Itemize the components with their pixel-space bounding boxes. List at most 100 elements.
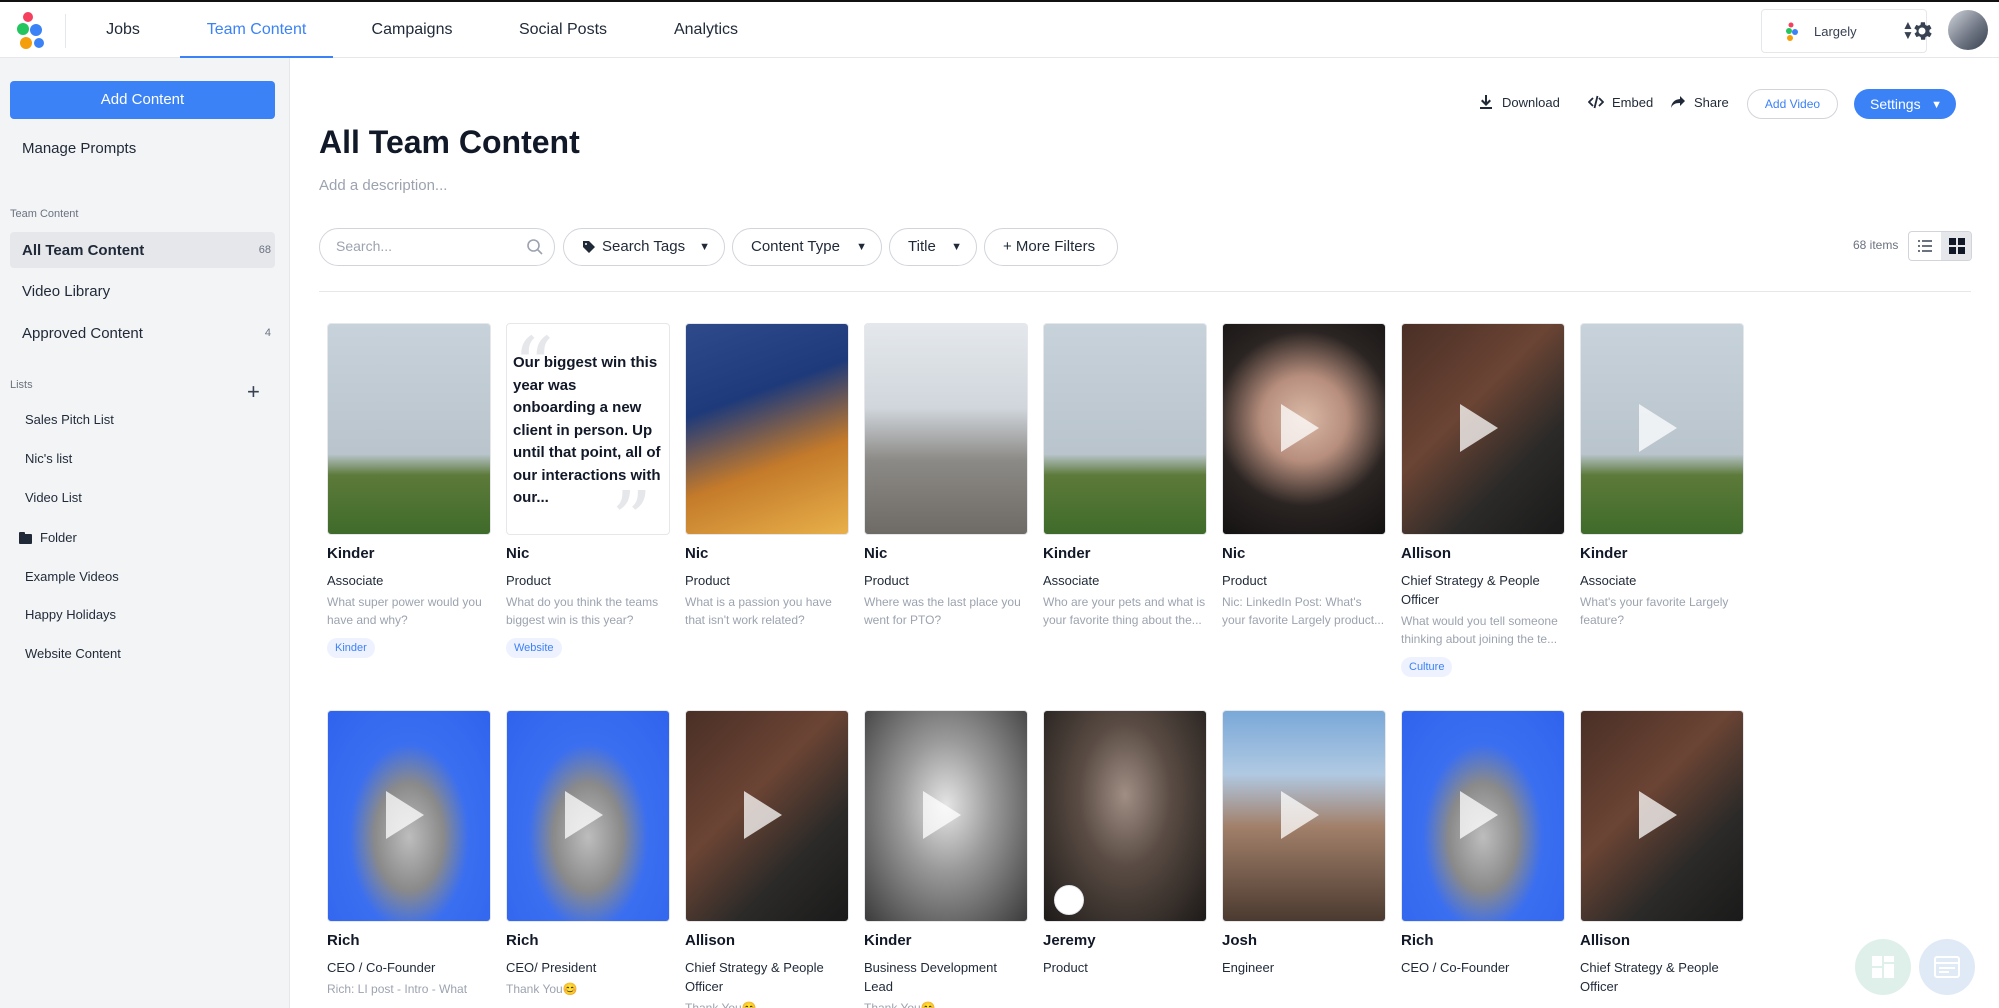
list-item-folder[interactable]: Folder: [40, 530, 77, 545]
org-switcher[interactable]: Largely ▲ ▼: [1761, 9, 1927, 53]
video-thumbnail[interactable]: [327, 710, 491, 922]
embed-button[interactable]: Embed: [1588, 94, 1653, 110]
list-item-website-content[interactable]: Website Content: [25, 646, 121, 661]
content-card[interactable]: “” Our biggest win this year was onboardi…: [506, 323, 670, 658]
largely-logo[interactable]: [14, 10, 50, 52]
list-item-nics-list[interactable]: Nic's list: [25, 451, 72, 466]
card-role: Product: [1222, 573, 1267, 588]
quote-thumbnail[interactable]: “” Our biggest win this year was onboardi…: [506, 323, 670, 535]
description-placeholder[interactable]: Add a description...: [319, 177, 447, 194]
list-item-example-videos[interactable]: Example Videos: [25, 569, 119, 584]
video-thumbnail[interactable]: [1222, 323, 1386, 535]
tab-campaigns[interactable]: Campaigns: [363, 2, 461, 58]
tab-analytics[interactable]: Analytics: [666, 2, 746, 58]
content-card[interactable]: Jeremy Product: [1043, 710, 1207, 1008]
settings-dropdown-button[interactable]: Settings ▼: [1854, 89, 1956, 119]
code-icon: [1588, 95, 1604, 109]
content-card[interactable]: Allison Chief Strategy & People Officer: [1580, 710, 1744, 1008]
play-icon[interactable]: [744, 791, 782, 839]
list-item-sales-pitch[interactable]: Sales Pitch List: [25, 412, 114, 427]
play-icon[interactable]: [1281, 791, 1319, 839]
video-thumbnail[interactable]: [1043, 323, 1207, 535]
sidebar-item-video-library[interactable]: Video Library: [10, 273, 275, 309]
card-role: Chief Strategy & People Officer: [685, 960, 824, 994]
download-button[interactable]: Download: [1478, 94, 1560, 110]
add-video-button[interactable]: Add Video: [1747, 89, 1838, 119]
content-card[interactable]: Kinder Associate What's your favorite Larg…: [1580, 323, 1744, 627]
title-filter[interactable]: Title ▼: [889, 228, 977, 266]
content-card[interactable]: Kinder Associate Who are your pets and wha…: [1043, 323, 1207, 627]
video-thumbnail[interactable]: [685, 710, 849, 922]
video-thumbnail[interactable]: [864, 323, 1028, 535]
video-thumbnail[interactable]: [1580, 710, 1744, 922]
video-thumbnail[interactable]: [506, 710, 670, 922]
content-card[interactable]: Allison Chief Strategy & People Officer Wh…: [1401, 323, 1565, 677]
content-card[interactable]: Allison Chief Strategy & People Officer Th…: [685, 710, 849, 1008]
video-thumbnail[interactable]: [1222, 710, 1386, 922]
gear-icon[interactable]: [1910, 19, 1934, 43]
search-box[interactable]: [319, 228, 555, 266]
card-prompt: Who are your pets and what is your favor…: [1043, 595, 1206, 627]
content-card[interactable]: Kinder Business Development Lead Thank You…: [864, 710, 1028, 1008]
search-tags-label: Search Tags: [602, 238, 686, 255]
search-input[interactable]: [336, 238, 516, 254]
add-content-button[interactable]: Add Content: [10, 81, 275, 119]
video-thumbnail[interactable]: [327, 323, 491, 535]
tab-jobs[interactable]: Jobs: [96, 2, 150, 58]
card-role: Chief Strategy & People Officer: [1401, 573, 1540, 607]
content-type-filter[interactable]: Content Type ▼: [732, 228, 882, 266]
card-prompt: Thank You😊: [506, 982, 578, 996]
video-thumbnail[interactable]: [864, 710, 1028, 922]
content-card[interactable]: Rich CEO/ President Thank You😊: [506, 710, 670, 1008]
view-toggle: [1908, 231, 1972, 261]
embed-label: Embed: [1612, 94, 1654, 110]
card-role: Product: [1043, 960, 1088, 975]
play-icon[interactable]: [1460, 791, 1498, 839]
content-card[interactable]: Nic Product Nic: LinkedIn Post: What's you…: [1222, 323, 1386, 627]
grid-view-button[interactable]: [1941, 232, 1971, 260]
share-button[interactable]: Share: [1670, 94, 1729, 110]
floating-layout-button[interactable]: [1919, 939, 1975, 995]
content-card[interactable]: Josh Engineer: [1222, 710, 1386, 1008]
add-list-plus-icon[interactable]: +: [247, 381, 260, 403]
list-view-button[interactable]: [1909, 232, 1941, 260]
more-filters-button[interactable]: + More Filters: [984, 228, 1118, 266]
content-card[interactable]: Nic Product Where was the last place you w…: [864, 323, 1028, 627]
play-icon[interactable]: [923, 791, 961, 839]
card-tag[interactable]: Kinder: [327, 638, 375, 658]
search-tags-filter[interactable]: Search Tags ▼: [563, 228, 725, 266]
content-card[interactable]: Rich CEO / Co-Founder: [1401, 710, 1565, 1008]
content-card[interactable]: Rich CEO / Co-Founder Rich: LI post - Intr…: [327, 710, 491, 1008]
nav-divider: [65, 14, 66, 48]
card-tag[interactable]: Website: [506, 638, 562, 658]
play-icon[interactable]: [386, 791, 424, 839]
sidebar-item-count: 68: [258, 244, 271, 256]
content-card[interactable]: Kinder Associate What super power would yo…: [327, 323, 491, 658]
video-thumbnail[interactable]: [1401, 323, 1565, 535]
manage-prompts-link[interactable]: Manage Prompts: [22, 140, 136, 157]
org-logo-icon: [1786, 22, 1798, 41]
play-icon[interactable]: [565, 791, 603, 839]
tab-team-content[interactable]: Team Content: [180, 2, 333, 58]
card-tag[interactable]: Culture: [1401, 657, 1453, 677]
content-card[interactable]: Nic Product What is a passion you have tha…: [685, 323, 849, 627]
list-item-happy-holidays[interactable]: Happy Holidays: [25, 607, 116, 622]
sidebar-item-all-team-content[interactable]: All Team Content 68: [10, 232, 275, 268]
sidebar-item-approved-content[interactable]: Approved Content 4: [10, 315, 275, 351]
list-item-video-list[interactable]: Video List: [25, 490, 82, 505]
video-thumbnail[interactable]: [1043, 710, 1207, 922]
video-thumbnail[interactable]: [1401, 710, 1565, 922]
settings-label: Settings: [1870, 96, 1921, 112]
sidebar-item-label: Video Library: [22, 283, 111, 300]
play-icon[interactable]: [1460, 404, 1498, 452]
video-thumbnail[interactable]: [1580, 323, 1744, 535]
card-name: Nic: [685, 545, 709, 562]
floating-widget-button[interactable]: [1855, 939, 1911, 995]
play-icon[interactable]: [1639, 791, 1677, 839]
play-icon[interactable]: [1281, 404, 1319, 452]
play-icon[interactable]: [1639, 404, 1677, 452]
user-avatar[interactable]: [1948, 10, 1988, 50]
video-thumbnail[interactable]: [685, 323, 849, 535]
tab-social-posts[interactable]: Social Posts: [510, 2, 616, 58]
card-prompt: What's your favorite Largely feature?: [1580, 595, 1729, 627]
